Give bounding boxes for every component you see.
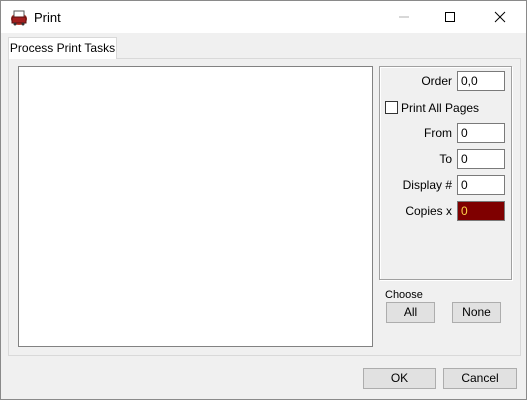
print-task-list[interactable]	[18, 66, 373, 347]
copies-field[interactable]	[457, 201, 505, 221]
maximize-button[interactable]	[427, 1, 473, 33]
from-field[interactable]	[457, 123, 505, 143]
select-none-button[interactable]: None	[452, 302, 501, 323]
ok-button[interactable]: OK	[363, 368, 436, 389]
order-field[interactable]	[457, 71, 505, 91]
display-label: Display #	[402, 178, 452, 192]
title-bar[interactable]: Print	[1, 1, 526, 33]
tab-process-print-tasks[interactable]: Process Print Tasks	[8, 37, 117, 59]
maximize-icon	[445, 12, 455, 22]
minimize-button[interactable]	[381, 1, 427, 33]
print-dialog: Print Process Print Tasks Order Print Al…	[0, 0, 527, 400]
print-options-group	[379, 66, 512, 280]
cancel-button[interactable]: Cancel	[443, 368, 517, 389]
select-all-button[interactable]: All	[386, 302, 435, 323]
to-field[interactable]	[457, 149, 505, 169]
order-label: Order	[421, 74, 452, 88]
print-all-pages-label: Print All Pages	[401, 101, 480, 115]
from-label: From	[424, 126, 452, 140]
print-all-pages-checkbox[interactable]	[385, 101, 398, 114]
display-field[interactable]	[457, 175, 505, 195]
printer-app-icon	[9, 8, 29, 26]
choose-label: Choose	[385, 289, 423, 301]
copies-label: Copies x	[405, 204, 452, 218]
minimize-icon	[399, 16, 409, 18]
close-button[interactable]	[477, 1, 523, 33]
to-label: To	[439, 152, 452, 166]
close-icon	[494, 11, 506, 23]
window-title: Print	[34, 10, 61, 25]
